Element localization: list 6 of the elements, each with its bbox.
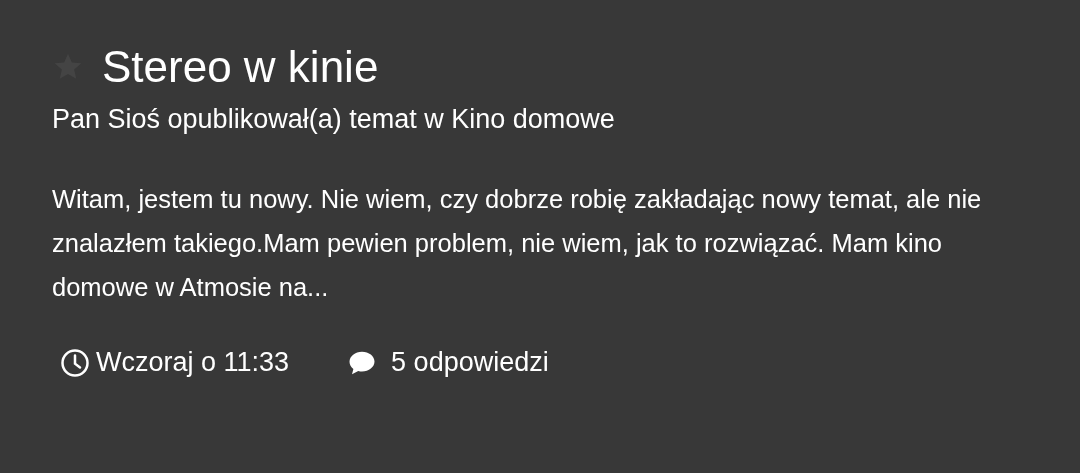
topic-title[interactable]: Stereo w kinie xyxy=(102,42,379,92)
topic-subtitle: Pan Sioś opublikował(a) temat w Kino domowe xyxy=(52,104,616,135)
topic-excerpt: Witam, jestem tu nowy. Nie wiem, czy dobrze robię zakładając nowy temat, ale nie znalazłem takiego.Mam pewien problem, nie wiem, jak to rozwiązać. Mam kino domowe w Atmosie na... xyxy=(52,184,983,303)
clock-icon xyxy=(60,347,90,378)
post-time: Wczoraj o 11:33 xyxy=(96,347,290,378)
reply-count[interactable]: 5 odpowiedzi xyxy=(391,347,549,378)
